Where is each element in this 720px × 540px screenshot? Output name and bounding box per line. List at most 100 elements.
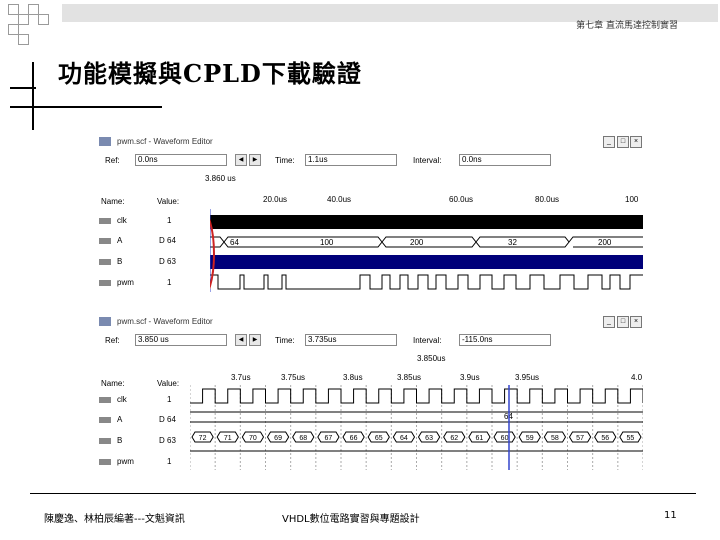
bus-b-value: 57	[576, 435, 584, 442]
bus-b-value: 65	[375, 435, 383, 442]
pwm-waveform	[210, 274, 643, 290]
close-button[interactable]: ×	[630, 316, 642, 328]
prev-button[interactable]: ◀	[235, 334, 247, 346]
bus-b-waveform	[210, 255, 643, 269]
bus-b-value: 69	[274, 435, 282, 442]
bus-b-value: 64	[400, 435, 408, 442]
bus-b-value: 66	[350, 435, 358, 442]
signal-name[interactable]: clk	[117, 395, 127, 404]
bus-b-value: 55	[627, 435, 635, 442]
name-header: Name:	[101, 197, 125, 206]
ref-field[interactable]: 3.850 us	[135, 334, 227, 346]
bus-a-value: 32	[508, 238, 517, 247]
app-icon	[99, 317, 111, 326]
bus-pin-icon	[99, 238, 111, 244]
time-tick: 3.75us	[281, 373, 306, 382]
app-icon	[99, 137, 111, 146]
bus-b-value: 68	[299, 435, 307, 442]
footer-divider	[30, 493, 696, 494]
bus-b-value: 59	[526, 435, 534, 442]
signal-value: 1	[167, 278, 172, 287]
waveform-area-1[interactable]: 64 100 200 32 200	[210, 209, 643, 292]
time-field[interactable]: 3.735us	[305, 334, 397, 346]
bus-b-value: 71	[224, 435, 232, 442]
deco-square	[18, 34, 29, 45]
bus-pin-icon	[99, 259, 111, 265]
footer-book-title: VHDL數位電路實習與專題設計	[282, 514, 420, 525]
ref-label: Ref:	[105, 156, 120, 165]
toolbar-row: Ref: 0.0ns ◀ ▶ Time: 1.1us Interval: 0.0…	[95, 154, 643, 168]
time-tick: 80.0us	[535, 195, 560, 204]
time-tick: 3.85us	[397, 373, 422, 382]
waveform-editor-window-1: pwm.scf - Waveform Editor _ □ × Ref: 0.0…	[95, 135, 643, 292]
bus-b-value: 56	[601, 435, 609, 442]
signal-name[interactable]: B	[117, 436, 122, 445]
maximize-button[interactable]: □	[617, 316, 629, 328]
deco-square	[38, 14, 49, 25]
maximize-button[interactable]: □	[617, 136, 629, 148]
signal-value: D 64	[159, 236, 176, 245]
signal-name[interactable]: B	[117, 257, 122, 266]
bus-a-waveform	[210, 236, 643, 248]
output-pin-icon	[99, 280, 111, 286]
cursor-time-label: 3.860 us	[205, 174, 236, 183]
window-titlebar: pwm.scf - Waveform Editor _ □ ×	[95, 135, 643, 149]
interval-field[interactable]: 0.0ns	[459, 154, 551, 166]
time-tick: 100	[625, 195, 639, 204]
ref-field[interactable]: 0.0ns	[135, 154, 227, 166]
signal-name[interactable]: A	[117, 415, 122, 424]
ref-label: Ref:	[105, 336, 120, 345]
time-field[interactable]: 1.1us	[305, 154, 397, 166]
time-label: Time:	[275, 336, 295, 345]
name-header: Name:	[101, 379, 125, 388]
input-pin-icon	[99, 397, 111, 403]
slide-title: 功能模擬與CPLD下載驗證	[58, 59, 362, 88]
interval-field[interactable]: -115.0ns	[459, 334, 551, 346]
signal-name[interactable]: clk	[117, 216, 127, 225]
footer-author: 陳慶逸、林柏辰編著---文魁資訊	[44, 514, 185, 525]
bus-a-value: 64	[230, 238, 239, 247]
clk-waveform	[190, 388, 643, 404]
bus-a-value: 200	[598, 238, 612, 247]
time-tick: 3.7us	[231, 373, 251, 382]
time-tick: 3.95us	[515, 373, 540, 382]
deco-horizontal-line	[10, 87, 36, 89]
bus-pin-icon	[99, 417, 111, 423]
page-number: 11	[664, 510, 677, 521]
window-titlebar: pwm.scf - Waveform Editor _ □ ×	[95, 315, 643, 329]
value-header: Value:	[157, 379, 180, 388]
time-tick: 60.0us	[449, 195, 474, 204]
window-title: pwm.scf - Waveform Editor	[117, 317, 213, 326]
time-tick: 4.0	[631, 373, 643, 382]
interval-label: Interval:	[413, 156, 442, 165]
prev-button[interactable]: ◀	[235, 154, 247, 166]
signal-value: D 63	[159, 257, 176, 266]
time-tick: 20.0us	[263, 195, 288, 204]
value-header: Value:	[157, 197, 180, 206]
signal-name[interactable]: pwm	[117, 278, 134, 287]
bus-b-value: 61	[476, 435, 484, 442]
interval-label: Interval:	[413, 336, 442, 345]
bus-b-value: 58	[551, 435, 559, 442]
signal-value: D 63	[159, 436, 176, 445]
clk-waveform	[210, 215, 643, 229]
time-tick: 3.8us	[343, 373, 363, 382]
waveform-area-2[interactable]: 64 727170696867666564636261605958575655	[190, 385, 643, 470]
minimize-button[interactable]: _	[603, 316, 615, 328]
close-button[interactable]: ×	[630, 136, 642, 148]
signal-name[interactable]: A	[117, 236, 122, 245]
deco-horizontal-line	[10, 106, 162, 108]
bus-b-value: 67	[325, 435, 333, 442]
minimize-button[interactable]: _	[603, 136, 615, 148]
next-button[interactable]: ▶	[249, 154, 261, 166]
bus-a-value: 200	[410, 238, 424, 247]
time-tick: 40.0us	[327, 195, 352, 204]
bus-pin-icon	[99, 438, 111, 444]
bus-a-value: 100	[320, 238, 334, 247]
signal-value: 1	[167, 395, 172, 404]
bus-b-value: 72	[199, 435, 207, 442]
deco-vertical-line	[32, 62, 34, 130]
next-button[interactable]: ▶	[249, 334, 261, 346]
bus-b-value: 63	[425, 435, 433, 442]
signal-name[interactable]: pwm	[117, 457, 134, 466]
